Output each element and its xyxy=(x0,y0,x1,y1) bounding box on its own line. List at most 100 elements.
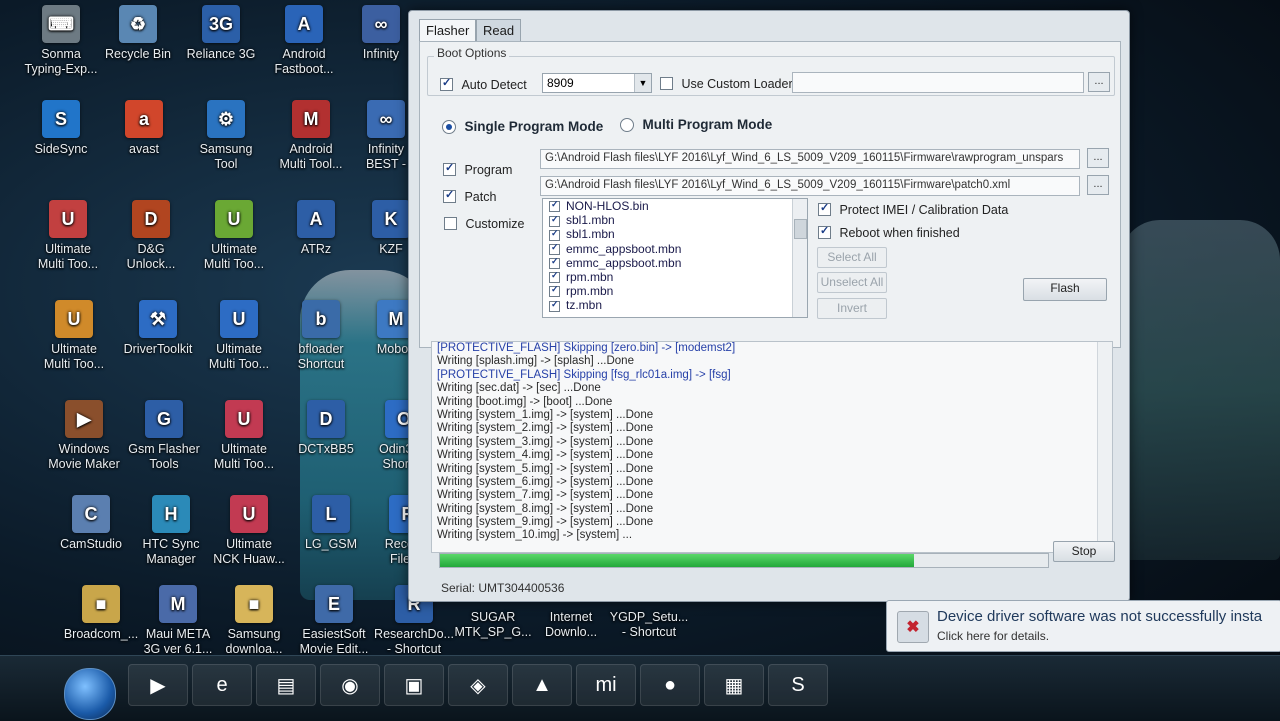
multi-mode-label: Multi Program Mode xyxy=(642,117,773,133)
flasher-window: Flasher Read & Tools Boot Options Auto D… xyxy=(408,10,1130,602)
single-mode-radio[interactable] xyxy=(442,119,456,134)
multi-mode-radio[interactable] xyxy=(620,117,634,132)
chip-select[interactable]: 8909 ▼ xyxy=(542,73,652,93)
use-custom-loader-label: Use Custom Loader xyxy=(681,76,793,91)
desktop-app-icon: U xyxy=(215,200,253,238)
desktop-app-icon: U xyxy=(49,200,87,238)
file-checkbox[interactable] xyxy=(549,214,560,227)
desktop-icon[interactable]: YGDP_Setu... - Shortcut xyxy=(603,610,695,640)
file-list-scrollbar[interactable] xyxy=(792,199,807,317)
notification-title: Device driver software was not successfu… xyxy=(937,608,1263,625)
protect-row: Protect IMEI / Calibration Data xyxy=(818,201,1008,219)
unselect-all-button[interactable]: Unselect All xyxy=(817,272,887,293)
list-item[interactable]: sbl1.mbn xyxy=(543,227,807,241)
log-line: Writing [boot.img] -> [boot] ...Done xyxy=(437,395,613,408)
log-line: Writing [system_7.img] -> [system] ...Do… xyxy=(437,489,654,502)
desktop-icon[interactable]: U Ultimate Multi Too... xyxy=(22,200,114,272)
desktop-icon[interactable]: E EasiestSoft Movie Edit... xyxy=(288,585,380,657)
list-item[interactable]: emmc_appsboot.mbn xyxy=(543,242,807,256)
log-scrollbar[interactable] xyxy=(1097,342,1112,552)
select-all-button[interactable]: Select All xyxy=(817,247,887,268)
patch-path-field[interactable]: G:\Android Flash files\LYF 2016\Lyf_Wind… xyxy=(540,176,1080,196)
desktop-icon-label: Ultimate Multi Too... xyxy=(43,342,105,371)
desktop-icon[interactable]: C CamStudio xyxy=(45,495,137,552)
file-checkbox[interactable] xyxy=(549,199,560,213)
program-path-field[interactable]: G:\Android Flash files\LYF 2016\Lyf_Wind… xyxy=(540,149,1080,169)
vlc-icon[interactable]: ▲ xyxy=(512,664,572,706)
desktop-icon[interactable]: U Ultimate Multi Too... xyxy=(188,200,280,272)
desktop-app-icon: S xyxy=(42,100,80,138)
desktop-icon-label: Windows Movie Maker xyxy=(48,442,120,471)
file-checkbox[interactable] xyxy=(549,284,560,298)
desktop-icon[interactable]: U Ultimate NCK Huaw... xyxy=(203,495,295,567)
mi-icon[interactable]: mi xyxy=(576,664,636,706)
file-checkbox[interactable] xyxy=(549,299,560,312)
desktop-icon[interactable]: U Ultimate Multi Too... xyxy=(193,300,285,372)
file-checkbox[interactable] xyxy=(549,270,560,284)
desktop-icon-label: DriverToolkit xyxy=(123,342,193,356)
chevron-down-icon[interactable]: ▼ xyxy=(634,74,651,92)
tool-app-icon[interactable]: ▦ xyxy=(704,664,764,706)
custom-loader-path-field[interactable] xyxy=(792,72,1084,93)
list-item[interactable]: emmc_appsboot.mbn xyxy=(543,256,807,270)
start-button[interactable] xyxy=(64,668,116,720)
single-mode-row[interactable]: Single Program Mode xyxy=(442,118,603,136)
desktop-icon[interactable]: 3G Reliance 3G xyxy=(175,5,267,62)
tab-read-tools[interactable]: Read & Tools xyxy=(476,19,522,80)
flash-button[interactable]: Flash xyxy=(1023,278,1107,301)
window-app-icon[interactable]: ▣ xyxy=(384,664,444,706)
desktop-icon[interactable]: ⚒ DriverToolkit xyxy=(112,300,204,357)
list-item[interactable]: sbl1.mbn xyxy=(543,213,807,227)
desktop-app-icon: ♻ xyxy=(119,5,157,43)
internet-explorer-icon[interactable]: e xyxy=(192,664,252,706)
protect-imei-checkbox[interactable] xyxy=(818,201,831,217)
log-line: Writing [system_2.img] -> [system] ...Do… xyxy=(437,422,654,435)
log-line: Writing [system_8.img] -> [system] ...Do… xyxy=(437,502,654,515)
program-checkbox[interactable] xyxy=(443,161,456,177)
media-center-icon[interactable]: ◈ xyxy=(448,664,508,706)
tab-flasher[interactable]: Flasher xyxy=(419,19,477,41)
desktop-icon[interactable]: ⚙ Samsung Tool xyxy=(180,100,272,172)
file-checkbox[interactable] xyxy=(549,256,560,270)
system-tray xyxy=(1080,658,1280,678)
green-app-icon[interactable]: ● xyxy=(640,664,700,706)
invert-button[interactable]: Invert xyxy=(817,298,887,319)
desktop-icon[interactable]: ■ Samsung downloa... xyxy=(208,585,300,657)
patch-checkbox[interactable] xyxy=(443,188,456,204)
movie-player-icon[interactable]: ▶ xyxy=(128,664,188,706)
desktop-icon[interactable]: D D&G Unlock... xyxy=(105,200,197,272)
list-item[interactable]: NON-HLOS.bin xyxy=(543,199,807,213)
folder-icon[interactable]: ▤ xyxy=(256,664,316,706)
desktop-icon[interactable]: U Ultimate Multi Too... xyxy=(198,400,290,472)
desktop-icon-label: Reliance 3G xyxy=(186,47,256,61)
desktop-icon[interactable]: ♻ Recycle Bin xyxy=(92,5,184,62)
chrome-icon[interactable]: ◉ xyxy=(320,664,380,706)
auto-detect-checkbox[interactable] xyxy=(440,76,453,92)
desktop-icon[interactable]: ▶ Windows Movie Maker xyxy=(38,400,130,472)
reboot-checkbox[interactable] xyxy=(818,224,831,240)
desktop-icon[interactable]: a avast xyxy=(98,100,190,157)
patch-browse-button[interactable]: ... xyxy=(1087,175,1109,195)
stop-button[interactable]: Stop xyxy=(1053,541,1115,562)
red-app-icon[interactable]: S xyxy=(768,664,828,706)
multi-mode-row[interactable]: Multi Program Mode xyxy=(620,116,772,134)
desktop-icon[interactable]: G Gsm Flasher Tools xyxy=(118,400,210,472)
scroll-thumb[interactable] xyxy=(794,219,807,239)
desktop-icon[interactable]: U Ultimate Multi Too... xyxy=(28,300,120,372)
file-checkbox[interactable] xyxy=(549,242,560,255)
log-line: Writing [system_3.img] -> [system] ...Do… xyxy=(437,435,654,448)
list-item[interactable]: rpm.mbn xyxy=(543,270,807,284)
customize-checkbox[interactable] xyxy=(444,217,457,231)
log-lines: [PROTECTIVE_FLASH] Skipping [zero.bin] -… xyxy=(432,342,1112,543)
notification-subtitle[interactable]: Click here for details. xyxy=(937,629,1049,643)
list-item[interactable]: rpm.mbn xyxy=(543,284,807,298)
use-custom-loader-checkbox[interactable] xyxy=(660,77,673,91)
desktop-icon[interactable]: S SideSync xyxy=(15,100,107,157)
list-item[interactable]: tz.mbn xyxy=(543,298,807,312)
program-browse-button[interactable]: ... xyxy=(1087,148,1109,168)
file-list: NON-HLOS.binsbl1.mbnsbl1.mbnemmc_appsboo… xyxy=(542,198,808,318)
file-checkbox[interactable] xyxy=(549,228,560,241)
driver-notification[interactable]: ✖ Device driver software was not success… xyxy=(886,600,1280,652)
custom-loader-browse-button[interactable]: ... xyxy=(1088,72,1110,92)
file-name: tz.mbn xyxy=(566,298,603,313)
